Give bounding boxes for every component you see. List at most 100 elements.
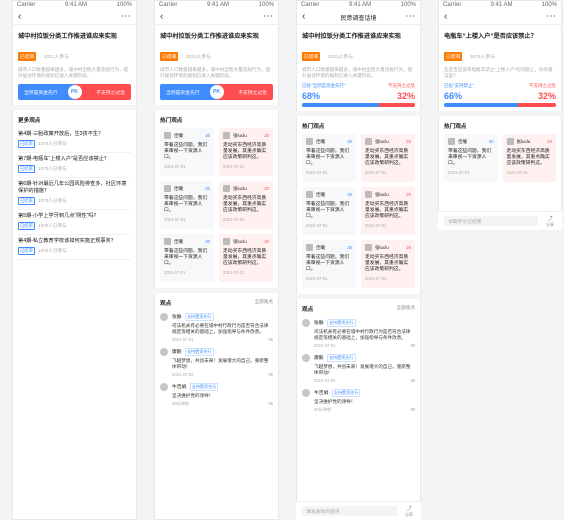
more-icon[interactable]: ⋯ [405, 11, 415, 22]
avatar [302, 354, 310, 362]
comment-author: 牛吉娟 支持置资先行 [172, 383, 273, 391]
comments-header: 观点 全部观点 [160, 299, 273, 307]
like-count[interactable]: 20 [406, 245, 411, 250]
vote-left-button[interactable]: 当然是资金先行 [18, 84, 75, 100]
like-count[interactable]: 20 [264, 133, 269, 138]
carrier: Carrier [159, 2, 178, 8]
section-title: 热门观点 [302, 124, 325, 130]
opinion-card[interactable]: 佳曦 30 带着这些问题，我们来审视一下资源人口。 2021-07-01 [444, 134, 498, 182]
like-count[interactable]: 30 [347, 192, 352, 197]
opinion-text: 带着这些问题，我们来审视一下资源人口。 [164, 196, 208, 213]
carrier: Carrier [301, 2, 320, 8]
vote-right-button[interactable]: 不支持之过急 [74, 84, 131, 100]
question-title: 城中村拉饭分类工作推进谁应来实现 [18, 33, 117, 40]
more-icon[interactable]: ⋯ [263, 11, 273, 22]
divider [438, 111, 562, 116]
question-desc: 城市人口数量越来越多，城中村出现大量违规行为，提升居住环境的规划已进入关键阶段。 [302, 67, 413, 78]
list-item-title: 第5期-小学上学牙到几点“刚性”吗？ [18, 213, 99, 219]
opinion-card[interactable]: 张luclu 20 走动买东西经济高质量发展，其重点确实应该政策研判这。 202… [361, 240, 415, 288]
opinion-card[interactable]: 佳曦 30 带着这些问题，我们来审视一下资源人口。 2021-07-01 [302, 134, 356, 182]
back-icon[interactable]: ‹ [18, 11, 21, 22]
comment-text: 坚决维护党的领导！ [172, 393, 214, 398]
comment-text: 坚决维护党的领导！ [314, 399, 356, 404]
more-icon[interactable]: ⋯ [546, 11, 556, 22]
screen-3: Carrier 9:41 AM 100% ‹ 民意调查话境 ⋯ 城中村拉饭分类工… [296, 0, 421, 520]
opinion-card[interactable]: 佳曦 30 带着这些问题，我们来审视一下资源人口。 2021-07-01 [160, 128, 214, 176]
like-count[interactable]: 30 [489, 139, 494, 144]
stance-tag: 支持置资先行 [184, 348, 214, 356]
like-count[interactable]: 20 [406, 139, 411, 144]
list-item[interactable]: 第4期-私立教育学校该如何实施正规事务？ 已结束 1075人已参与 [18, 235, 131, 260]
opinion-date: 2021-07-01 [306, 223, 328, 228]
comment-like[interactable]: 99 [268, 401, 273, 407]
poll-right-percent: 32% [396, 91, 415, 101]
comment-input[interactable]: 请发表你的观点 [302, 506, 397, 516]
opinion-card[interactable]: 张luclu 20 走动买东西经济高质量发展，其重点确实应该政策研判这。 202… [502, 134, 556, 182]
author: 张luclu [233, 238, 247, 244]
opinion-card[interactable]: 佳曦 30 带着这些问题，我们来审视一下资源人口。 2021-07-01 [160, 234, 214, 282]
comments-sort[interactable]: 全部观点 [255, 299, 273, 307]
comment-footer: 2021-07-02 99 [314, 378, 415, 383]
comment-like[interactable]: 99 [410, 378, 415, 383]
opinion-card[interactable]: 张luclu 20 走动买东西经济高质量发展，其重点确实应该政策研判这。 202… [361, 187, 415, 235]
time: 9:41 AM [206, 2, 229, 8]
like-count[interactable]: 30 [347, 139, 352, 144]
opinion-card[interactable]: 佳曦 30 带着这些问题，我们来审视一下资源人口。 2021-07-01 [160, 181, 214, 229]
carrier: Carrier [443, 2, 462, 8]
like-count[interactable]: 20 [264, 239, 269, 244]
like-count[interactable]: 20 [406, 192, 411, 197]
opinion-card[interactable]: 佳曦 30 带着这些问题，我们来审视一下资源人口。 2021-07-01 [302, 240, 356, 288]
opinion-card[interactable]: 张luclu 20 走动买东西经济高质量发展，其重点确实应该政策研判这。 202… [361, 134, 415, 182]
comment-like[interactable]: 99 [268, 337, 273, 342]
comment-like[interactable]: 99 [410, 407, 415, 413]
comment-item: 牛吉娟 支持置资先行 坚决维护党的领导！ 40分钟前 99 [160, 383, 273, 407]
like-count[interactable]: 30 [205, 133, 210, 138]
list-item[interactable]: 第4期-三胎政策开放后，生3孩不生？ 已结束 1075人已参与 [18, 128, 131, 153]
comments-title: 观点 [160, 301, 172, 307]
list-item[interactable]: 第5期-小学上学牙到几点“刚性”吗？ 已结束 1075人已参与 [18, 210, 131, 235]
list-item[interactable]: 第6期-针对最近几年公园风险排查多，社区环境保护的措施？ 已结束 1075人已参… [18, 178, 131, 210]
nav-bar: ‹ ⋯ [154, 10, 279, 25]
back-icon[interactable]: ‹ [160, 11, 163, 22]
like-count[interactable]: 30 [347, 245, 352, 250]
stance-tag: 支持置资先行 [189, 383, 219, 391]
opinion-card[interactable]: 佳曦 30 带着这些问题，我们来审视一下资源人口。 2021-07-01 [302, 187, 356, 235]
like-count[interactable]: 20 [547, 139, 552, 144]
comment-like[interactable]: 99 [268, 372, 273, 377]
comments-sort[interactable]: 全部观点 [397, 305, 415, 313]
avatar [164, 238, 171, 245]
like-count[interactable]: 20 [264, 186, 269, 191]
avatar [365, 138, 372, 145]
comment-text: 飞越梦想，共创未来！发展增大的自己。重新整体带动！ [172, 358, 269, 369]
vote-left-button[interactable]: 当然是资金先行 [160, 84, 217, 100]
share-button[interactable]: ⤴ 分享 [403, 505, 415, 518]
avatar [164, 132, 171, 139]
comment-footer: 40分钟前 99 [314, 407, 415, 413]
avatar [160, 348, 168, 356]
section-title: 热门观点 [160, 118, 183, 124]
content: 城中村拉饭分类工作推进谁应来实现 已结束 2021人参与 城市人口数量越来越多，… [296, 25, 421, 413]
comment-like[interactable]: 99 [410, 343, 415, 348]
opinion-text: 走动买东西经济高质量发展，其重点确实应该政策研判这。 [223, 143, 267, 160]
opinion-card[interactable]: 张luclu 20 走动买东西经济高质量发展，其重点确实应该政策研判这。 202… [219, 181, 273, 229]
opinion-text: 走动买东西经济高质量发展，其重点确实应该政策研判这。 [506, 149, 550, 166]
author: 佳曦 [174, 238, 183, 244]
list-item[interactable]: 第7期-电瓶车“上楼入户”是否应该禁止？ 已结束 1075人已参与 [18, 153, 131, 178]
like-count[interactable]: 30 [205, 239, 210, 244]
avatar [306, 191, 313, 198]
pk-badge: PK [67, 85, 82, 99]
opinion-card[interactable]: 张luclu 20 走动买东西经济高质量发展，其重点确实应该政策研判这。 202… [219, 234, 273, 282]
author-name: 牛吉娟 [314, 391, 329, 396]
back-icon[interactable]: ‹ [302, 11, 305, 22]
like-count[interactable]: 30 [205, 186, 210, 191]
more-icon[interactable]: ⋯ [121, 11, 131, 22]
opinion-card[interactable]: 张luclu 20 走动买东西经济高质量发展，其重点确实应该政策研判这。 202… [219, 128, 273, 176]
share-button[interactable]: ⤴ 分享 [544, 215, 556, 228]
comment-input[interactable]: 本期评论已结束 [444, 216, 538, 226]
poll-left-percent: 66% [444, 91, 463, 101]
section-title: 更多观点 [18, 118, 41, 124]
comment-item: 康毅 支持置资先行 飞越梦想，共创未来！发展增大的自己。重新整体带动！ 2021… [160, 348, 273, 377]
status-tag: 已结束 [18, 140, 35, 148]
vote-right-button[interactable]: 不支持之过急 [216, 84, 273, 100]
back-icon[interactable]: ‹ [444, 11, 447, 22]
